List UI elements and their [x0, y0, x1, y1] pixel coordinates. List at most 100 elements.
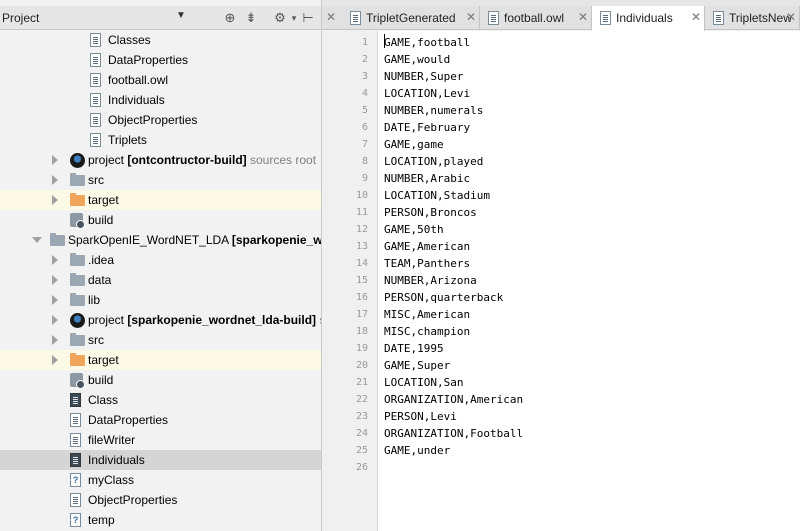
collapsed-arrow-icon[interactable] [52, 275, 58, 285]
code-line[interactable]: MISC,champion [384, 323, 470, 340]
crosshair-icon[interactable]: ⊕ [222, 10, 238, 26]
code-line[interactable]: GAME,50th [384, 221, 444, 238]
folder-icon [70, 252, 85, 268]
line-number: 14 [355, 258, 368, 269]
tree-item-individuals[interactable]: Individuals [0, 450, 321, 470]
tree-item-label: Individuals [108, 93, 165, 107]
close-icon[interactable]: ✕ [326, 10, 336, 24]
tab-tripletsnew[interactable]: TripletsNew ✕ [705, 6, 800, 30]
code-line[interactable]: LOCATION,Stadium [384, 187, 490, 204]
excluded-folder-icon [70, 192, 85, 208]
collapsed-arrow-icon[interactable] [52, 295, 58, 305]
code-line[interactable]: LOCATION,Levi [384, 85, 470, 102]
code-line[interactable]: GAME,under [384, 442, 450, 459]
close-tab-icon[interactable]: ✕ [691, 10, 701, 24]
tree-item-label: src [88, 173, 104, 187]
tab-individuals[interactable]: Individuals ✕ [592, 6, 705, 31]
code-line[interactable]: PERSON,Levi [384, 408, 457, 425]
tree-item--idea[interactable]: .idea [0, 250, 321, 270]
tab-label: football.owl [504, 11, 565, 25]
code-line[interactable]: NUMBER,Super [384, 68, 463, 85]
tree-item-project[interactable]: project [sparkopenie_wordnet_lda-build] … [0, 310, 321, 330]
code-line[interactable]: NUMBER,Arabic [384, 170, 470, 187]
code-line[interactable]: ORGANIZATION,American [384, 391, 523, 408]
build-icon [70, 372, 85, 389]
collapsed-arrow-icon[interactable] [52, 315, 58, 325]
build-icon [70, 212, 85, 229]
tree-item-src[interactable]: src [0, 330, 321, 350]
tree-item-dataproperties[interactable]: DataProperties [0, 50, 321, 70]
code-line[interactable]: GAME,American [384, 238, 470, 255]
text-file-icon [90, 32, 104, 48]
code-line[interactable]: NUMBER,numerals [384, 102, 483, 119]
chevron-down-icon[interactable]: ▼ [176, 10, 186, 21]
code-line[interactable]: DATE,February [384, 119, 470, 136]
tree-item-football-owl[interactable]: football.owl [0, 70, 321, 90]
code-line[interactable]: LOCATION,played [384, 153, 483, 170]
tree-item-label: temp [88, 513, 115, 527]
tree-item-target[interactable]: target [0, 350, 321, 370]
tree-item-triplets[interactable]: Triplets [0, 130, 321, 150]
tab-football-owl[interactable]: football.owl ✕ [480, 6, 592, 30]
code-line[interactable]: LOCATION,San [384, 374, 463, 391]
tree-item-objectproperties[interactable]: ObjectProperties [0, 490, 321, 510]
line-number: 21 [355, 377, 368, 388]
tab-label: Individuals [616, 11, 673, 25]
collapsed-arrow-icon[interactable] [52, 255, 58, 265]
tree-item-dataproperties[interactable]: DataProperties [0, 410, 321, 430]
expanded-arrow-icon[interactable] [32, 237, 42, 243]
code-line[interactable]: DATE,1995 [384, 340, 444, 357]
code-line[interactable]: GAME,would [384, 51, 450, 68]
tree-item-project[interactable]: project [ontcontructor-build] sources ro… [0, 150, 321, 170]
line-number-gutter: 1 2 3 4 5 6 7 8 9 10 11 12 13 14 15 16 17 18 19 20 21 22 23 24 2… [322, 31, 378, 531]
code-line[interactable]: TEAM,Panthers [384, 255, 470, 272]
tree-item-data[interactable]: data [0, 270, 321, 290]
tree-item-label: data [88, 273, 112, 287]
tree-item-target[interactable]: target [0, 190, 321, 210]
tree-item-classes[interactable]: Classes [0, 30, 321, 50]
collapse-all-icon[interactable]: ⇟ [243, 10, 259, 26]
tree-item-build[interactable]: build [0, 370, 321, 390]
tree-item-lib[interactable]: lib [0, 290, 321, 310]
code-line[interactable]: GAME,football [384, 34, 470, 51]
tree-item-label: SparkOpenIE_WordNET_LDA [sparkopenie_wor… [68, 233, 322, 247]
close-tab-icon[interactable]: ✕ [578, 10, 588, 24]
code-line[interactable]: PERSON,quarterback [384, 289, 503, 306]
tree-item-filewriter[interactable]: fileWriter [0, 430, 321, 450]
tree-item-build[interactable]: build [0, 210, 321, 230]
code-line[interactable]: MISC,American [384, 306, 470, 323]
text-file-icon [90, 72, 104, 88]
close-tab-icon[interactable]: ✕ [466, 10, 476, 24]
tree-item-class[interactable]: Class [0, 390, 321, 410]
collapsed-arrow-icon[interactable] [52, 155, 58, 165]
hide-panel-icon[interactable]: ⊢ [300, 10, 316, 26]
tree-item-src[interactable]: src [0, 170, 321, 190]
project-view-title[interactable]: Project [2, 11, 39, 25]
tree-item-label: Individuals [88, 453, 145, 467]
tree-item-sparkopenie-wordnet-lda[interactable]: SparkOpenIE_WordNET_LDA [sparkopenie_wor… [0, 230, 322, 250]
text-file-icon [90, 92, 104, 108]
collapsed-arrow-icon[interactable] [52, 335, 58, 345]
tree-item-objectproperties[interactable]: ObjectProperties [0, 110, 321, 130]
tree-item-label: src [88, 333, 104, 347]
collapsed-arrow-icon[interactable] [52, 195, 58, 205]
code-line[interactable]: GAME,Super [384, 357, 450, 374]
tree-item-temp[interactable]: ? temp [0, 510, 321, 530]
tree-item-myclass[interactable]: ? myClass [0, 470, 321, 490]
line-number: 4 [361, 88, 368, 99]
code-line[interactable]: PERSON,Broncos [384, 204, 477, 221]
collapsed-arrow-icon[interactable] [52, 355, 58, 365]
close-tab-icon[interactable]: ✕ [786, 10, 796, 24]
code-line[interactable]: ORGANIZATION,Football [384, 425, 523, 442]
line-number: 24 [355, 428, 368, 439]
tab-tripletgenerated[interactable]: TripletGenerated ✕ [342, 6, 480, 30]
code-line[interactable]: GAME,game [384, 136, 444, 153]
collapsed-arrow-icon[interactable] [52, 175, 58, 185]
text-file-icon [600, 11, 611, 25]
line-number: 6 [361, 122, 368, 133]
project-panel: Project ▼ ⊕ ⇟ ⚙ ▾ ⊢ Classes DataPropertie… [0, 0, 322, 531]
code-line[interactable]: NUMBER,Arizona [384, 272, 477, 289]
tree-item-individuals[interactable]: Individuals [0, 90, 321, 110]
code-editor[interactable]: 1 2 3 4 5 6 7 8 9 10 11 12 13 14 15 16 17 18 19 20 21 22 23 24 2… [322, 31, 800, 531]
text-file-icon [70, 432, 84, 448]
